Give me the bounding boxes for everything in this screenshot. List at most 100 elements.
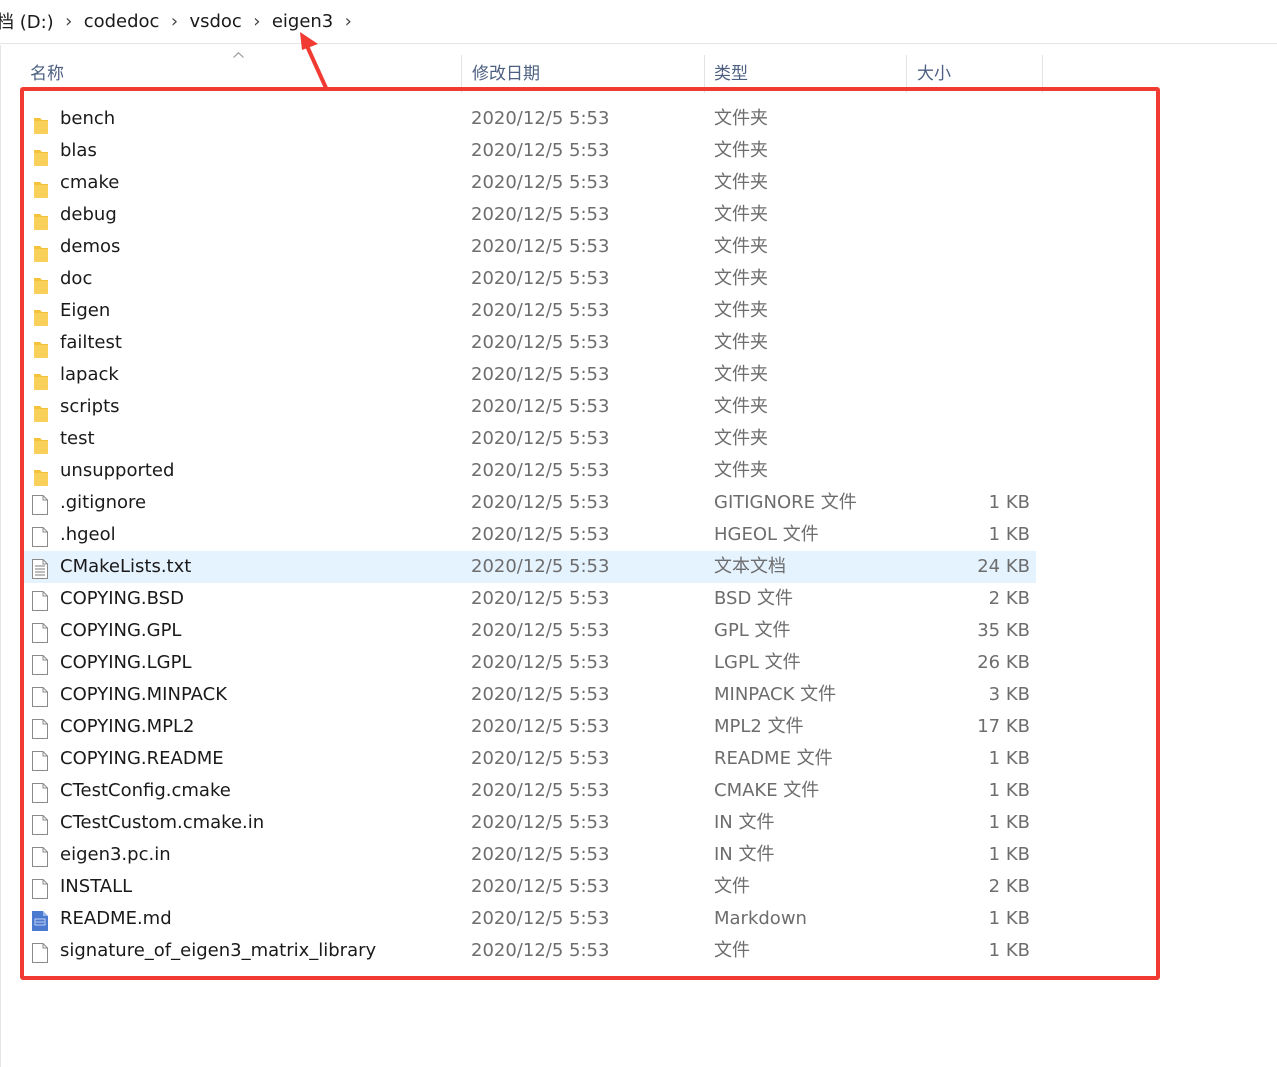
file-name: CTestConfig.cmake [60, 780, 231, 801]
file-size: 1 KB [988, 940, 1030, 961]
file-size: 2 KB [988, 876, 1030, 897]
file-name: test [60, 428, 95, 449]
file-date: 2020/12/5 5:53 [471, 524, 610, 545]
file-row[interactable]: Eigen 2020/12/5 5:53 文件夹 [24, 295, 1044, 327]
column-header-size[interactable]: 大小 [911, 55, 1041, 93]
file-name: failtest [60, 332, 122, 353]
breadcrumb-drive[interactable]: 档 (D:) [0, 8, 56, 34]
file-name: INSTALL [60, 876, 133, 897]
file-type: 文件夹 [714, 172, 768, 193]
file-date: 2020/12/5 5:53 [471, 812, 610, 833]
file-row[interactable]: COPYING.MPL2 2020/12/5 5:53 MPL2 文件 17 KB [24, 711, 1044, 743]
file-row[interactable]: COPYING.GPL 2020/12/5 5:53 GPL 文件 35 KB [24, 615, 1044, 647]
file-size: 24 KB [977, 556, 1030, 577]
file-size: 26 KB [977, 652, 1030, 673]
file-row[interactable]: CMakeLists.txt 2020/12/5 5:53 文本文档 24 KB [24, 551, 1036, 583]
file-row[interactable]: eigen3.pc.in 2020/12/5 5:53 IN 文件 1 KB [24, 839, 1044, 871]
file-name: COPYING.BSD [60, 588, 184, 609]
file-type: 文件 [714, 876, 750, 897]
folder-icon [32, 301, 48, 326]
file-name: bench [60, 108, 116, 129]
folder-icon [32, 109, 48, 134]
chevron-right-icon[interactable]: › [161, 11, 187, 32]
column-header-date[interactable]: 修改日期 [466, 55, 704, 93]
file-row[interactable]: lapack 2020/12/5 5:53 文件夹 [24, 359, 1044, 391]
chevron-right-icon[interactable]: › [56, 11, 82, 32]
file-date: 2020/12/5 5:53 [471, 780, 610, 801]
file-type: 文件夹 [714, 204, 768, 225]
file-icon [32, 941, 48, 963]
chevron-right-icon[interactable]: › [244, 11, 270, 32]
folder-icon [32, 173, 48, 198]
file-row[interactable]: .gitignore 2020/12/5 5:53 GITIGNORE 文件 1 KB [24, 487, 1044, 519]
file-icon [32, 877, 48, 899]
file-row[interactable]: doc 2020/12/5 5:53 文件夹 [24, 263, 1044, 295]
window-edge [0, 45, 1, 1067]
file-size: 1 KB [988, 492, 1030, 513]
file-row[interactable]: scripts 2020/12/5 5:53 文件夹 [24, 391, 1044, 423]
file-row[interactable]: bench 2020/12/5 5:53 文件夹 [24, 103, 1044, 135]
file-size: 35 KB [977, 620, 1030, 641]
file-type: GITIGNORE 文件 [714, 492, 857, 513]
folder-icon [32, 269, 48, 294]
file-row[interactable]: COPYING.LGPL 2020/12/5 5:53 LGPL 文件 26 KB [24, 647, 1044, 679]
folder-icon [32, 237, 48, 262]
file-row[interactable]: COPYING.MINPACK 2020/12/5 5:53 MINPACK 文件 3… [24, 679, 1044, 711]
column-divider[interactable] [461, 55, 462, 93]
divider [0, 43, 1277, 44]
file-row[interactable]: CTestConfig.cmake 2020/12/5 5:53 CMAKE 文件 1… [24, 775, 1044, 807]
file-row[interactable]: .hgeol 2020/12/5 5:53 HGEOL 文件 1 KB [24, 519, 1044, 551]
file-name: debug [60, 204, 117, 225]
breadcrumb-vsdoc[interactable]: vsdoc [187, 11, 243, 32]
file-row[interactable]: INSTALL 2020/12/5 5:53 文件 2 KB [24, 871, 1044, 903]
file-date: 2020/12/5 5:53 [471, 300, 610, 321]
file-row[interactable]: demos 2020/12/5 5:53 文件夹 [24, 231, 1044, 263]
file-row[interactable]: blas 2020/12/5 5:53 文件夹 [24, 135, 1044, 167]
file-type: 文本文档 [714, 556, 786, 577]
breadcrumb-codedoc[interactable]: codedoc [82, 11, 162, 32]
file-type: 文件夹 [714, 364, 768, 385]
file-row[interactable]: README.md 2020/12/5 5:53 Markdown 1 KB [24, 903, 1044, 935]
folder-icon [32, 429, 48, 454]
file-date: 2020/12/5 5:53 [471, 172, 610, 193]
file-type: IN 文件 [714, 844, 775, 865]
file-date: 2020/12/5 5:53 [471, 716, 610, 737]
file-date: 2020/12/5 5:53 [471, 396, 610, 417]
file-name: cmake [60, 172, 120, 193]
file-row[interactable]: test 2020/12/5 5:53 文件夹 [24, 423, 1044, 455]
file-name: CMakeLists.txt [60, 556, 192, 577]
file-name: doc [60, 268, 93, 289]
file-row[interactable]: COPYING.BSD 2020/12/5 5:53 BSD 文件 2 KB [24, 583, 1044, 615]
file-type: CMAKE 文件 [714, 780, 820, 801]
file-date: 2020/12/5 5:53 [471, 876, 610, 897]
column-header-type[interactable]: 类型 [708, 55, 906, 93]
file-size: 1 KB [988, 780, 1030, 801]
file-icon [32, 717, 48, 739]
file-row[interactable]: CTestCustom.cmake.in 2020/12/5 5:53 IN 文件 1… [24, 807, 1044, 839]
column-divider[interactable] [1042, 55, 1043, 93]
file-row[interactable]: signature_of_eigen3_matrix_library 2020/1… [24, 935, 1044, 967]
file-row[interactable]: debug 2020/12/5 5:53 文件夹 [24, 199, 1044, 231]
text-file-icon [32, 557, 48, 579]
file-name: unsupported [60, 460, 175, 481]
file-type: 文件夹 [714, 460, 768, 481]
column-header-name[interactable]: 名称 [24, 55, 461, 93]
file-name: blas [60, 140, 97, 161]
file-icon [32, 525, 48, 547]
file-icon [32, 781, 48, 803]
file-row[interactable]: COPYING.README 2020/12/5 5:53 README 文件 1 K… [24, 743, 1044, 775]
column-divider[interactable] [906, 55, 907, 93]
file-icon [32, 813, 48, 835]
file-row[interactable]: unsupported 2020/12/5 5:53 文件夹 [24, 455, 1044, 487]
file-size: 1 KB [988, 812, 1030, 833]
file-name: COPYING.LGPL [60, 652, 192, 673]
file-date: 2020/12/5 5:53 [471, 204, 610, 225]
file-row[interactable]: failtest 2020/12/5 5:53 文件夹 [24, 327, 1044, 359]
file-date: 2020/12/5 5:53 [471, 108, 610, 129]
column-divider[interactable] [704, 55, 705, 93]
file-size: 1 KB [988, 908, 1030, 929]
file-size: 3 KB [988, 684, 1030, 705]
file-type: Markdown [714, 908, 807, 929]
file-size: 1 KB [988, 844, 1030, 865]
file-row[interactable]: cmake 2020/12/5 5:53 文件夹 [24, 167, 1044, 199]
